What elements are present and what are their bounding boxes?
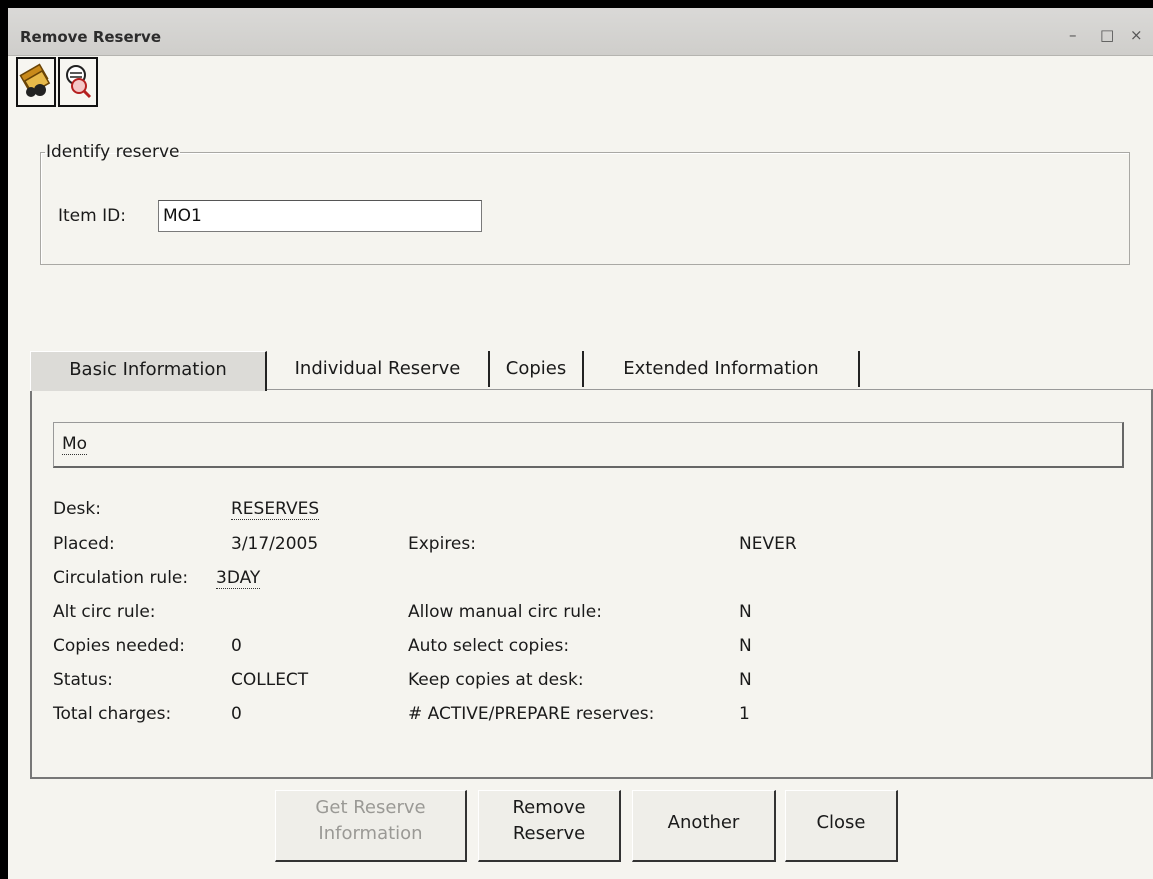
desk-label: Desk: <box>53 499 101 519</box>
item-id-input[interactable] <box>158 200 482 232</box>
item-search-icon <box>19 63 51 97</box>
remove-reserve-window: Remove Reserve – □ × Identify reserve It… <box>8 8 1153 879</box>
allow-manual-circ-value: N <box>739 602 752 622</box>
basic-information-panel: Mo Desk: RESERVES Placed: 3/17/2005 Expi… <box>30 389 1153 779</box>
keep-copies-label: Keep copies at desk: <box>408 670 584 690</box>
tab-individual-reserve[interactable]: Individual Reserve <box>267 351 490 387</box>
user-lookup-icon <box>66 65 92 99</box>
window-title: Remove Reserve <box>20 28 162 46</box>
active-prepare-value: 1 <box>739 704 750 724</box>
placed-label: Placed: <box>53 534 115 554</box>
circulation-rule-link[interactable]: 3DAY <box>216 568 261 589</box>
total-charges-label: Total charges: <box>53 704 172 724</box>
tab-basic-information[interactable]: Basic Information <box>30 351 267 391</box>
expires-value: NEVER <box>739 534 797 554</box>
maximize-icon[interactable]: □ <box>1100 26 1114 44</box>
tab-copies[interactable]: Copies <box>490 351 584 387</box>
close-button[interactable]: Close <box>785 790 898 862</box>
identify-reserve-legend: Identify reserve <box>46 142 180 162</box>
copies-needed-label: Copies needed: <box>53 636 185 656</box>
tab-extended-information[interactable]: Extended Information <box>584 351 860 387</box>
title-bar[interactable]: Remove Reserve – □ × <box>8 8 1153 56</box>
copies-needed-value: 0 <box>231 636 242 656</box>
get-reserve-information-button[interactable]: Get Reserve Information <box>275 790 467 862</box>
alt-circ-rule-label: Alt circ rule: <box>53 602 156 622</box>
status-label: Status: <box>53 670 113 690</box>
circulation-rule-label: Circulation rule: <box>53 568 189 588</box>
total-charges-value: 0 <box>231 704 242 724</box>
minimize-icon[interactable]: – <box>1069 26 1077 44</box>
auto-select-copies-label: Auto select copies: <box>408 636 570 656</box>
remove-reserve-button[interactable]: Remove Reserve <box>478 790 621 862</box>
close-icon[interactable]: × <box>1130 26 1143 44</box>
reserve-title-box: Mo <box>53 422 1124 468</box>
auto-select-copies-value: N <box>739 636 752 656</box>
active-prepare-label: # ACTIVE/PREPARE reserves: <box>408 704 655 724</box>
identify-reserve-group: Identify reserve Item ID: <box>40 142 1130 265</box>
item-search-button[interactable] <box>16 57 56 107</box>
status-value: COLLECT <box>231 670 309 690</box>
keep-copies-value: N <box>739 670 752 690</box>
reserve-title-link[interactable]: Mo <box>62 434 88 455</box>
user-lookup-button[interactable] <box>58 57 98 107</box>
desk-value-link[interactable]: RESERVES <box>231 499 320 520</box>
allow-manual-circ-label: Allow manual circ rule: <box>408 602 602 622</box>
another-button[interactable]: Another <box>632 790 776 862</box>
item-id-label: Item ID: <box>58 206 126 226</box>
expires-label: Expires: <box>408 534 476 554</box>
placed-value: 3/17/2005 <box>231 534 319 554</box>
